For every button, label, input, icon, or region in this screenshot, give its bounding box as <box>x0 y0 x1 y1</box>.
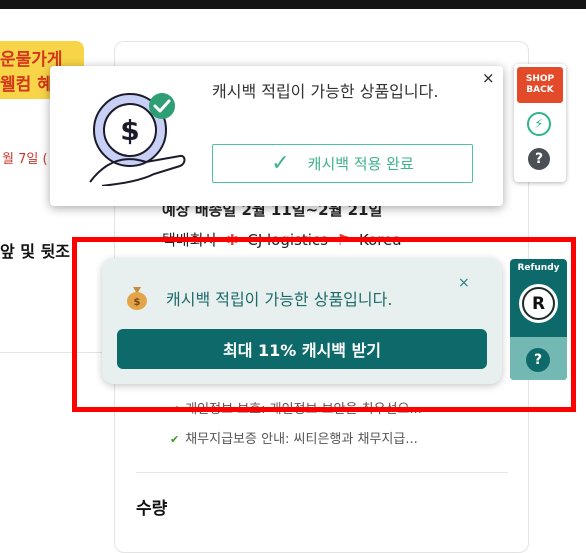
close-icon[interactable]: × <box>458 275 470 291</box>
get-cashback-button[interactable]: 최대 11% 캐시백 받기 <box>117 329 487 369</box>
top-bar <box>0 0 586 9</box>
left-date-text: 월 7일 ( <box>2 152 48 167</box>
close-icon[interactable]: × <box>482 69 495 87</box>
money-bag-icon: $ <box>127 287 147 310</box>
bolt-icon[interactable]: ⚡ <box>527 112 551 136</box>
check-badge-icon <box>149 93 175 119</box>
cashback-applied-label: 캐시백 적용 완료 <box>307 155 414 173</box>
svg-text:$: $ <box>134 297 141 308</box>
checkmark-icon: ✓ <box>271 151 290 176</box>
divider <box>136 472 508 473</box>
shopback-widget: SHOP BACK ⚡ ? <box>514 64 566 182</box>
refundy-cashback-popup: $ 캐시백 적립이 가능한 상품입니다. × 최대 11% 캐시백 받기 <box>102 258 502 384</box>
check-item[interactable]: ✔ 채무지급보증 안내: 씨티은행과 채무지급... <box>170 428 418 447</box>
cashback-applied-button[interactable]: ✓ 캐시백 적용 완료 <box>212 144 473 183</box>
help-icon[interactable]: ? <box>528 148 550 170</box>
shopback-cashback-popup: $ 캐시백 적립이 가능한 상품입니다. × ✓ 캐시백 적용 완료 <box>50 66 503 206</box>
checkmark-icon: ✔ <box>170 433 180 446</box>
svg-text:$: $ <box>120 114 139 147</box>
refundy-brand: Refundy <box>517 263 560 273</box>
refundy-message: 캐시백 적립이 가능한 상품입니다. <box>166 290 393 309</box>
shopback-message: 캐시백 적립이 가능한 상품입니다. <box>212 82 439 101</box>
refundy-logo-letter: R <box>522 287 555 320</box>
refundy-logo-icon[interactable]: R <box>517 282 560 325</box>
promo-line-2: 웰컴 혜 <box>0 75 53 95</box>
shopback-logo-line2: BACK <box>526 85 554 95</box>
help-icon[interactable]: ? <box>526 348 550 372</box>
check-item-text: 채무지급보증 안내: 씨티은행과 채무지급... <box>185 432 418 447</box>
shopback-logo-line1: SHOP <box>525 74 555 84</box>
quantity-label: 수량 <box>136 499 168 519</box>
shopback-logo[interactable]: SHOP BACK <box>517 67 563 103</box>
money-hand-icon: $ <box>89 93 186 186</box>
left-heading: 앞 및 뒷조 <box>0 242 71 261</box>
refundy-widget: Refundy R ? <box>510 259 567 380</box>
